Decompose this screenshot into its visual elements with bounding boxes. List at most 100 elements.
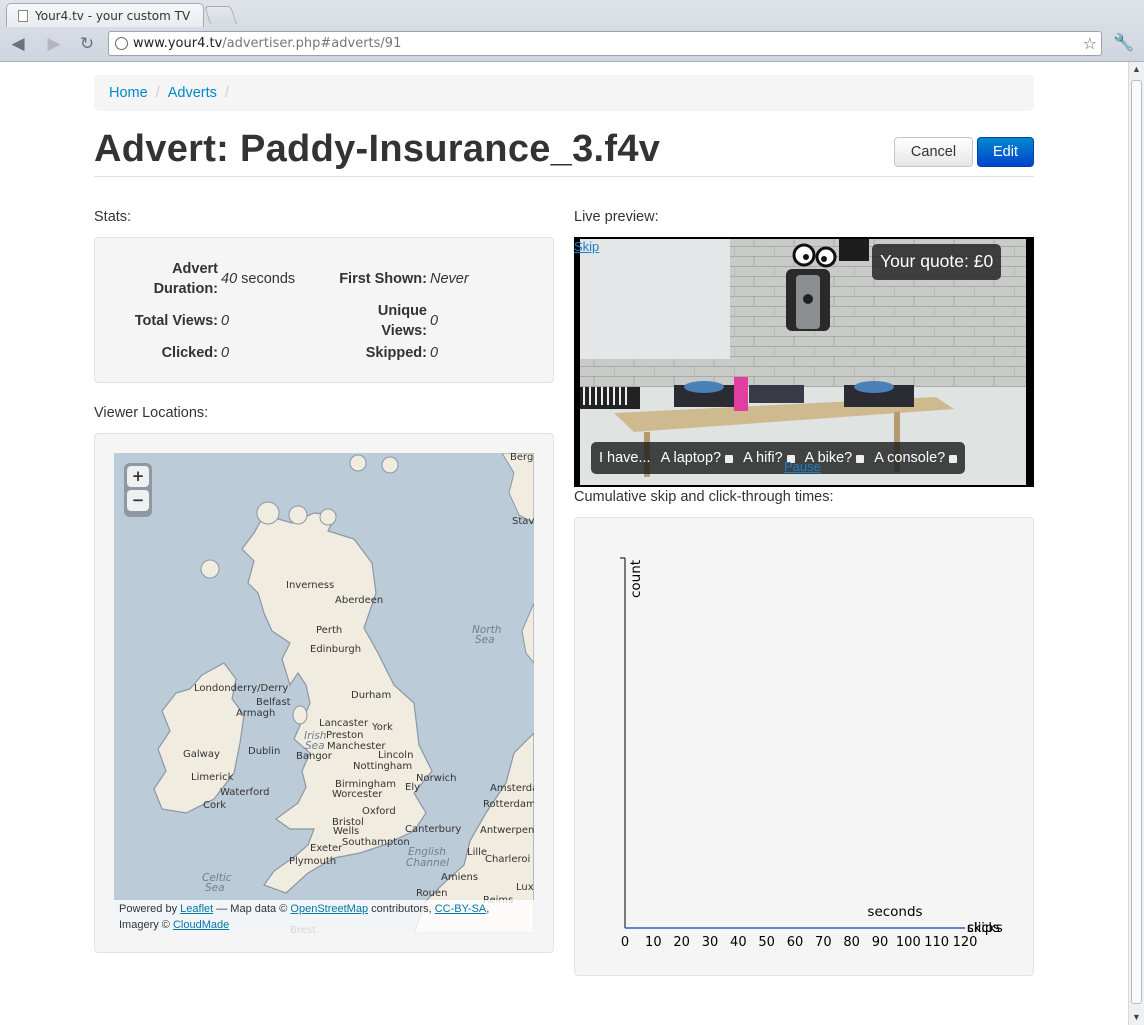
- cumulative-heading: Cumulative skip and click-through times:: [574, 489, 834, 505]
- map-tiles: Bergen Stavanger Inverness Aberdeen Pert…: [153, 453, 534, 933]
- first-shown-value: Never: [430, 271, 469, 287]
- svg-text:Rouen: Rouen: [416, 888, 447, 899]
- svg-text:Londonderry/Derry: Londonderry/Derry: [194, 683, 288, 694]
- scroll-down-icon[interactable]: ▼: [1129, 1010, 1144, 1024]
- clicked-value: 0: [221, 345, 230, 361]
- svg-text:Waterford: Waterford: [220, 787, 269, 798]
- svg-text:Aberdeen: Aberdeen: [335, 595, 383, 606]
- first-shown-label: First Shown:: [339, 271, 427, 287]
- svg-text:Sea: Sea: [205, 882, 225, 894]
- series-label-clicks: clicks: [967, 921, 1003, 936]
- zoom-out-button[interactable]: −: [127, 490, 149, 511]
- svg-text:Amiens: Amiens: [441, 872, 478, 883]
- option-console[interactable]: A console?: [874, 450, 958, 466]
- title-divider: [94, 176, 1034, 177]
- checkbox-icon[interactable]: [725, 455, 734, 463]
- svg-text:Luxe: Luxe: [516, 882, 534, 893]
- x-tick-label: 30: [702, 935, 719, 950]
- svg-text:Preston: Preston: [326, 730, 364, 741]
- cumulative-chart: 0 10 20 30 40 50 60 70 80 90 100 110 120 count seconds…: [620, 557, 1003, 950]
- svg-text:Inverness: Inverness: [286, 580, 334, 591]
- x-tick-label: 10: [645, 935, 662, 950]
- checkbox-icon[interactable]: [949, 455, 958, 463]
- x-tick-label: 50: [758, 935, 775, 950]
- edit-button[interactable]: Edit: [977, 137, 1034, 167]
- stats-heading: Stats:: [94, 209, 132, 225]
- reload-icon[interactable]: ↻: [75, 34, 99, 54]
- back-icon[interactable]: ◀: [6, 34, 30, 54]
- svg-text:Sea: Sea: [475, 634, 495, 646]
- svg-text:Armagh: Armagh: [236, 708, 275, 719]
- svg-text:Bangor: Bangor: [296, 751, 333, 762]
- map-zoom-control: + −: [124, 463, 152, 517]
- skipped-value: 0: [430, 345, 439, 361]
- x-tick-label: 70: [815, 935, 832, 950]
- page-content: Home / Adverts / Advert: Paddy-Insurance_3.…: [0, 62, 1128, 1025]
- license-link[interactable]: CC-BY-SA: [435, 903, 487, 915]
- breadcrumb: Home / Adverts /: [94, 75, 1034, 111]
- svg-text:Canterbury: Canterbury: [405, 824, 461, 835]
- svg-text:Amsterdam: Amsterdam: [490, 783, 534, 794]
- svg-text:Dublin: Dublin: [248, 746, 280, 757]
- x-tick-label: 90: [872, 935, 889, 950]
- breadcrumb-separator: /: [224, 85, 229, 101]
- checkbox-icon[interactable]: [856, 455, 865, 463]
- advert-duration-label: Advert Duration:: [153, 261, 218, 297]
- svg-text:Oxford: Oxford: [362, 806, 396, 817]
- svg-text:Stavanger: Stavanger: [512, 516, 534, 527]
- svg-text:Ely: Ely: [405, 782, 420, 793]
- pause-link[interactable]: Pause: [784, 459, 821, 474]
- osm-link[interactable]: OpenStreetMap: [290, 903, 368, 915]
- url-host: www.your4.tv: [133, 36, 223, 51]
- skip-link[interactable]: Skip: [574, 239, 599, 254]
- browser-tab[interactable]: Your4.tv - your custom TV: [6, 3, 204, 27]
- svg-text:Wells: Wells: [333, 826, 359, 837]
- viewer-locations-heading: Viewer Locations:: [94, 405, 209, 421]
- leaflet-link[interactable]: Leaflet: [180, 903, 213, 915]
- svg-text:Limerick: Limerick: [191, 772, 234, 783]
- svg-text:Rotterdam: Rotterdam: [483, 799, 534, 810]
- scrollbar-thumb[interactable]: [1131, 80, 1142, 1004]
- x-tick-label: 20: [673, 935, 690, 950]
- live-preview-heading: Live preview:: [574, 209, 659, 225]
- quote-badge: Your quote: £0: [872, 244, 1002, 280]
- svg-text:Exeter: Exeter: [310, 843, 343, 854]
- breadcrumb-adverts[interactable]: Adverts: [168, 85, 217, 101]
- svg-text:Norwich: Norwich: [416, 773, 457, 784]
- option-laptop[interactable]: A laptop?: [661, 450, 734, 466]
- wrench-icon[interactable]: 🔧: [1113, 33, 1134, 53]
- svg-text:York: York: [371, 722, 393, 733]
- new-tab-button[interactable]: [204, 6, 237, 24]
- x-tick-label: 110: [924, 935, 949, 950]
- total-views-value: 0: [221, 313, 230, 329]
- bookmark-star-icon[interactable]: ☆: [1083, 34, 1097, 53]
- viewer-locations-map[interactable]: Bergen Stavanger Inverness Aberdeen Pert…: [114, 453, 534, 933]
- page-icon: [18, 10, 28, 22]
- breadcrumb-home[interactable]: Home: [109, 85, 148, 101]
- x-tick-label: 100: [896, 935, 921, 950]
- options-bar: I have... A laptop? A hifi? A bike? A co…: [591, 442, 966, 474]
- url-path: /advertiser.php#adverts/91: [222, 36, 402, 51]
- cancel-button[interactable]: Cancel: [894, 137, 973, 167]
- svg-text:Edinburgh: Edinburgh: [310, 644, 361, 655]
- live-preview-player[interactable]: Skip Your quote: £0 I have... A laptop? …: [574, 237, 1034, 487]
- unique-views-label: Unique Views:: [377, 303, 427, 339]
- forward-icon[interactable]: ▶: [42, 34, 66, 54]
- page-title: Advert: Paddy-Insurance_3.f4v: [94, 128, 661, 170]
- zoom-in-button[interactable]: +: [127, 466, 149, 487]
- x-tick-label: 40: [730, 935, 747, 950]
- svg-text:Sea: Sea: [305, 740, 325, 752]
- svg-text:Bergen: Bergen: [510, 453, 534, 463]
- svg-text:Antwerpen: Antwerpen: [480, 825, 534, 836]
- svg-text:Channel: Channel: [406, 857, 449, 869]
- svg-text:Plymouth: Plymouth: [289, 856, 336, 867]
- x-tick-label: 120: [953, 935, 978, 950]
- tab-title: Your4.tv - your custom TV: [35, 9, 191, 23]
- address-bar[interactable]: www.your4.tv/advertiser.php#adverts/91 ☆: [108, 31, 1102, 56]
- advert-duration-value: 40 seconds: [221, 271, 296, 287]
- svg-text:Lancaster: Lancaster: [319, 718, 369, 729]
- cloudmade-link[interactable]: CloudMade: [173, 919, 229, 931]
- svg-text:Belfast: Belfast: [256, 697, 291, 708]
- vertical-scrollbar[interactable]: ▲ ▼: [1128, 62, 1144, 1025]
- scroll-up-icon[interactable]: ▲: [1129, 62, 1144, 76]
